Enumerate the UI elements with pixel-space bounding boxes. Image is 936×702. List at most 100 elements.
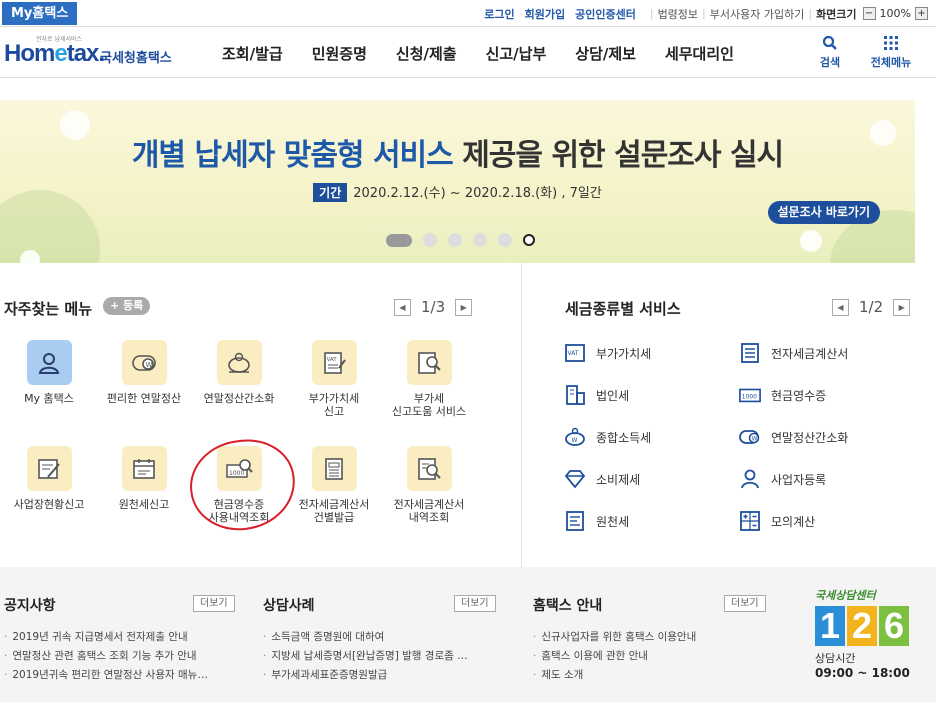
guide-more-button[interactable]: 더보기 — [724, 595, 766, 612]
login-link[interactable]: 로그인 — [484, 6, 514, 22]
consult-item[interactable]: 지방세 납세증명서[완납증명] 발행 경로좀 … — [263, 647, 493, 666]
notice-item[interactable]: 2019년 귀속 지급명세서 전자제출 안내 — [4, 628, 234, 647]
logo-home-text: Hom — [4, 40, 55, 67]
main-nav: 조회/발급 민원증명 신청/제출 신고/납부 상담/제보 세무대리인 — [222, 28, 763, 78]
notice-more-button[interactable]: 더보기 — [193, 595, 235, 612]
service-consumption-tax[interactable]: 소비제세 — [564, 468, 640, 490]
slide-dot[interactable] — [498, 233, 512, 247]
search-button[interactable]: 검색 — [802, 34, 858, 70]
prev-page-button[interactable]: ◀ — [832, 298, 849, 316]
fav-yearend-simplified[interactable]: 연말정산간소화 — [194, 340, 284, 405]
svg-text:W: W — [146, 361, 153, 369]
survey-link-button[interactable]: 설문조사 바로가기 — [767, 201, 880, 224]
nav-tax-agent[interactable]: 세무대리인 — [665, 43, 734, 64]
nav-report-pay[interactable]: 신고/납부 — [486, 43, 547, 64]
service-business-registration[interactable]: 사업자등록 — [739, 468, 826, 490]
divider: | — [649, 7, 654, 20]
bottom-info-area: 공지사항 더보기 2019년 귀속 지급명세서 전자제출 안내 연말정산 관련 … — [0, 567, 936, 702]
svg-text:W: W — [752, 436, 758, 443]
slide-dot[interactable] — [386, 233, 412, 247]
slide-dot[interactable] — [448, 233, 462, 247]
signup-link[interactable]: 회원가입 — [525, 6, 565, 22]
service-label: 소비제세 — [596, 472, 641, 487]
guide-item[interactable]: 신규사업자를 위한 홈택스 이용안내 — [533, 628, 763, 647]
consult-item[interactable]: 부가세과세표준증명원발급 — [263, 666, 493, 685]
slide-stop-button[interactable] — [523, 234, 535, 246]
nav-apply-submit[interactable]: 신청/제출 — [396, 43, 457, 64]
nav-civil-certificate[interactable]: 민원증명 — [312, 43, 367, 64]
svg-text:VAT: VAT — [327, 357, 338, 363]
call-center-digit: 1 — [815, 606, 845, 646]
service-cash-receipt[interactable]: 1000 현금영수증 — [739, 384, 826, 406]
slide-indicators — [386, 233, 546, 247]
fav-e-invoice-issue[interactable]: 전자세금계산서 건별발급 — [289, 446, 379, 524]
my-hometax-tab[interactable]: My홈택스 — [2, 2, 78, 25]
notice-item[interactable]: 2019년귀속 편리한 연말정산 사용자 매뉴… — [4, 666, 234, 685]
diamond-icon — [564, 468, 586, 490]
fav-e-invoice-history[interactable]: 전자세금계산서 내역조회 — [384, 446, 474, 524]
consult-more-button[interactable]: 더보기 — [454, 595, 496, 612]
cert-center-link[interactable]: 공인인증센터 — [575, 6, 636, 22]
slide-dot[interactable] — [423, 233, 437, 247]
all-menu-button[interactable]: 전체메뉴 — [863, 34, 919, 70]
hometax-logo[interactable]: 전자로 납세서비스 Hometax. 국세청홈택스 — [4, 34, 184, 72]
invoice-search-icon — [406, 446, 452, 491]
logo-e-text: e — [54, 40, 67, 67]
consult-title: 상담사례 — [263, 598, 315, 614]
fav-vat-report[interactable]: VAT 부가가치세 신고 — [289, 340, 379, 418]
vat-icon: VAT — [564, 342, 586, 364]
period-tag: 기간 — [313, 183, 348, 202]
guide-item[interactable]: 제도 소개 — [533, 666, 763, 685]
service-withholding-tax[interactable]: 원천세 — [564, 510, 629, 532]
fav-label: 편리한 연말정산 — [106, 392, 182, 405]
law-info-link[interactable]: 법령정보 — [658, 6, 698, 22]
doc-icon — [564, 510, 586, 532]
fav-yearend-settlement[interactable]: W 편리한 연말정산 — [99, 340, 189, 405]
register-menu-button[interactable]: + 등록 — [103, 297, 151, 315]
notice-item[interactable]: 연말정산 관련 홈택스 조회 기능 추가 안내 — [4, 647, 234, 666]
service-mock-calculation[interactable]: 모의계산 — [739, 510, 815, 532]
service-e-tax-invoice[interactable]: 전자세금계산서 — [739, 342, 848, 364]
next-page-button[interactable]: ▶ — [455, 298, 473, 316]
logo-wordmark: Hometax. — [4, 40, 105, 68]
calculator-icon — [739, 510, 761, 532]
fav-withholding-report[interactable]: 원천세신고 — [99, 446, 189, 511]
fav-business-status-report[interactable]: 사업장현황신고 — [4, 446, 94, 511]
svg-text:W: W — [572, 437, 578, 444]
nav-consult-report[interactable]: 상담/제보 — [575, 43, 636, 64]
consult-list: 소득금액 증명원에 대하여 지방세 납세증명서[완납증명] 발행 경로좀 … 부… — [263, 628, 493, 685]
doc-search-icon — [406, 340, 452, 385]
tax-invoice-icon — [739, 342, 761, 364]
svg-text:1000: 1000 — [742, 394, 757, 401]
service-corporate-tax[interactable]: 법인세 — [564, 384, 629, 406]
service-yearend-simplified[interactable]: W 연말정산간소화 — [739, 426, 848, 448]
banner-title: 개별 납세자 맞춤형 서비스 제공을 위한 설문조사 실시 — [0, 130, 915, 174]
dept-user-signup-link[interactable]: 부서사용자 가입하기 — [710, 6, 805, 22]
zoom-in-button[interactable]: + — [915, 7, 928, 20]
piggybank-icon: W — [564, 426, 586, 448]
prev-page-button[interactable]: ◀ — [394, 298, 411, 316]
call-center-digit: 6 — [879, 606, 909, 646]
fav-my-hometax[interactable]: My 홈택스 — [4, 340, 94, 405]
zoom-out-button[interactable]: − — [862, 7, 876, 20]
slide-dot[interactable] — [473, 233, 487, 247]
fav-label: 사업장현황신고 — [13, 498, 85, 511]
cash-receipt-icon: 1000 — [739, 384, 761, 406]
tax-service-title: 세금종류별 서비스 — [565, 300, 681, 318]
nav-inquiry-issue[interactable]: 조회/발급 — [222, 43, 283, 64]
fav-label: 원천세신고 — [118, 498, 170, 511]
service-income-tax[interactable]: W 종합소득세 — [564, 426, 651, 448]
fav-label: 연말정산간소화 — [203, 392, 275, 405]
fav-label: 전자세금계산서 내역조회 — [393, 498, 465, 524]
survey-banner[interactable]: 개별 납세자 맞춤형 서비스 제공을 위한 설문조사 실시 기간 2020.2.1… — [0, 100, 915, 263]
call-center-digit: 2 — [847, 606, 877, 646]
guide-item[interactable]: 홈택스 이용에 관한 안내 — [533, 647, 763, 666]
service-label: 모의계산 — [771, 514, 816, 529]
fav-vat-help-service[interactable]: 부가세 신고도움 서비스 — [384, 340, 474, 418]
call-center-info: 국세상담센터 1 2 6 상담시간 09:00 ~ 18:00 — [815, 587, 925, 680]
next-page-button[interactable]: ▶ — [893, 298, 911, 316]
consult-item[interactable]: 소득금액 증명원에 대하여 — [263, 628, 493, 647]
flower-decoration — [800, 230, 822, 252]
service-label: 법인세 — [596, 388, 630, 403]
service-vat[interactable]: VAT 부가가치세 — [564, 342, 651, 364]
